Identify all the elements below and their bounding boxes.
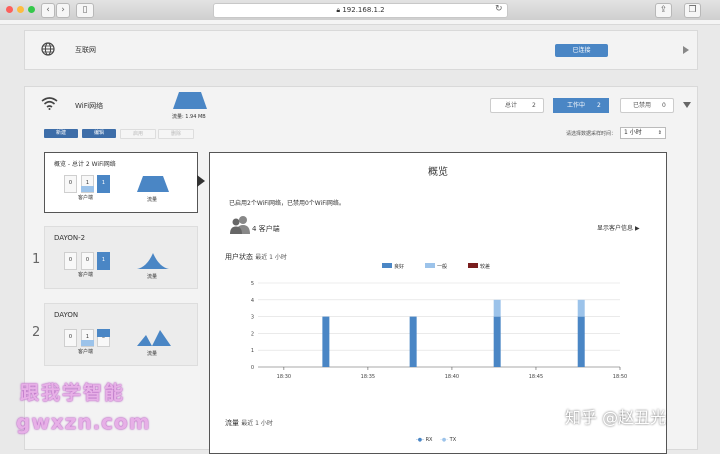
address-bar[interactable]: 🔒︎ 192.168.1.2 [213,3,508,18]
tabs-icon[interactable]: ❐ [684,3,701,18]
detail-title: 概览 [428,167,448,178]
count-box: 1 [97,252,110,270]
count-box: 1 [97,175,110,193]
reload-icon[interactable]: ↻ [495,4,503,14]
legend-swatch-0 [382,263,392,268]
zoom-window-icon[interactable] [28,6,35,13]
network-card-dayon-2[interactable]: DAYON-2 0 0 1 客户端 流量 [44,226,198,289]
minimize-window-icon[interactable] [17,6,24,13]
bar-0 [493,316,501,367]
x-tick-label: 18:35 [361,374,375,380]
share-icon[interactable]: ⇪ [655,3,672,18]
clients-label: 客户端 [78,349,94,355]
count-box: 0 [81,252,94,270]
y-tick-label: 1 [251,348,254,354]
select-arrows-icon: ⇕ [657,130,662,136]
network-name: DAYON [54,311,79,319]
overview-card-title: 概览 - 总计 2 WiFi网络 [54,161,116,168]
y-tick-label: 3 [251,315,254,321]
users-icon [230,216,250,234]
traffic-peak-icon [137,253,169,269]
tab-strip [0,20,720,25]
expand-internet-icon[interactable] [683,46,689,54]
sample-time-label: 请选择数据采样时间： [566,131,617,137]
bar-0 [577,316,585,367]
traffic-heading: 流量 最近 1 小时 [225,419,273,427]
y-tick-label: 0 [251,365,254,371]
network-card-dayon[interactable]: DAYON 0 1 0 客户端 流量 [44,303,198,366]
back-icon[interactable]: ‹ [41,3,55,18]
collapse-wifi-icon[interactable] [683,102,691,108]
selected-pointer-icon [197,175,205,187]
overview-card[interactable]: 概览 - 总计 2 WiFi网络 0 1 1 客户端 流量 [44,152,198,213]
y-tick-label: 4 [251,298,254,304]
active-filter[interactable]: 工作中 2 [553,98,609,113]
count-box: 0 [64,175,77,193]
tx-marker-icon: -●- [440,437,449,443]
edit-button[interactable]: 编辑 [82,129,116,138]
watermark-zhihu: 知乎 @赵丑光 [565,408,667,427]
legend-label-1: 一般 [437,263,447,270]
count-fill [97,329,110,337]
wifi-icon [41,97,58,110]
traffic-shape-icon [173,92,207,109]
delete-button[interactable]: 删除 [158,129,194,139]
legend-label-0: 良好 [394,263,404,270]
bar-0 [409,316,417,367]
bar-0 [322,316,330,367]
traffic-legend: -●- RX -●- TX [416,437,457,443]
network-index: 1 [32,252,41,267]
clients-count: 4 客户端 [252,225,280,233]
y-tick-label: 2 [251,331,254,337]
x-tick-label: 18:30 [277,374,291,380]
chevron-right-icon: ▶ [634,225,640,232]
count-box: 0 [64,329,77,347]
x-tick-label: 18:50 [613,374,627,380]
forward-icon[interactable]: › [56,3,70,18]
disabled-filter[interactable]: 已禁用 0 [620,98,674,113]
network-name: DAYON-2 [54,234,86,242]
wifi-panel: WiFi网络 流量: 1.94 MB 总计 2 工作中 2 已禁用 0 新建 编… [24,86,698,454]
total-filter[interactable]: 总计 2 [490,98,544,113]
sidebar-icon[interactable]: ▯ [76,3,94,18]
traffic-label: 流量 [147,197,158,203]
traffic-peaks-icon [137,330,171,346]
network-summary: 已启用2个WiFi网络，已禁用0个WiFi网络。 [229,200,345,207]
count-fill [81,340,94,346]
browser-toolbar: ‹ › ▯ 🔒︎ 192.168.1.2 ↻ ⇪ ❐ [0,0,720,21]
legend-swatch-1 [425,263,435,268]
clients-label: 客户端 [78,272,94,278]
clients-label: 客户端 [78,195,94,201]
user-state-chart: 良好 一般 较差 0 1 2 3 4 5 18:30 18:35 18:40 18:45 18:50 [251,263,627,380]
legend-swatch-2 [468,263,478,268]
bar-1 [493,299,501,317]
traffic-shape-icon [137,176,169,192]
x-tick-label: 18:40 [445,374,459,380]
x-tick-label: 18:45 [529,374,543,380]
enable-button[interactable]: 启用 [120,129,156,139]
count-box: 0 [64,252,77,270]
legend-label-2: 较差 [480,263,490,270]
count-fill [81,186,94,192]
traffic-label: 流量 [147,274,158,280]
network-index: 2 [32,325,41,340]
internet-panel: 互联网 已连接 [24,30,698,70]
lock-icon: 🔒︎ [336,6,341,14]
new-button[interactable]: 新建 [44,129,78,138]
watermark-domain: gwxzn.com [16,410,151,434]
url-text: 192.168.1.2 [342,6,385,14]
internet-label: 互联网 [75,46,96,54]
wifi-label: WiFi网络 [75,102,104,110]
bar-1 [577,299,585,317]
wifi-traffic: 流量: 1.94 MB [172,114,206,120]
watermark-cn: 跟我学智能 [20,382,126,404]
sample-time-select[interactable]: 1 小时 ⇕ [620,127,666,139]
traffic-label: 流量 [147,351,158,357]
connected-button[interactable]: 已连接 [555,44,608,57]
show-clients-link[interactable]: 显示客户信息 ▶ [597,223,640,232]
globe-icon [41,42,55,56]
y-tick-label: 5 [251,281,254,287]
close-window-icon[interactable] [6,6,13,13]
rx-marker-icon: -●- [416,437,424,443]
